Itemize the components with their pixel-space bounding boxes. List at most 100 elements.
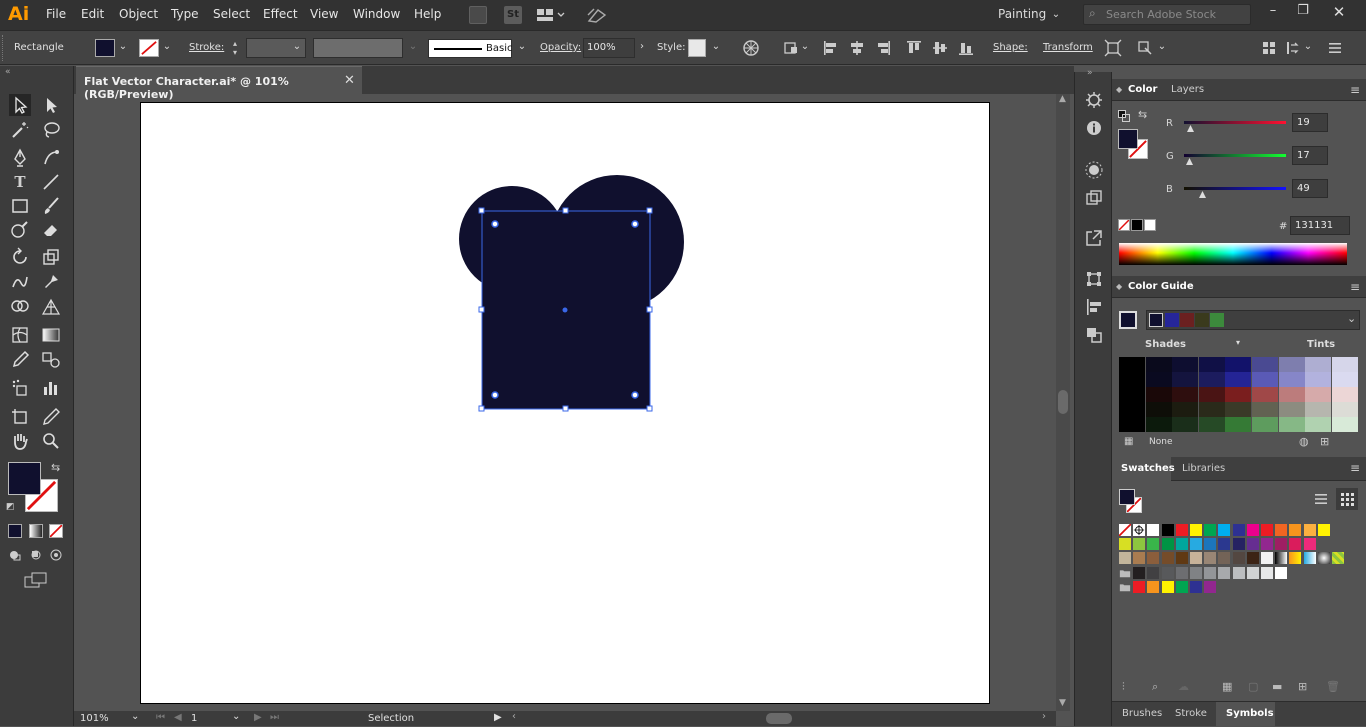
pen-tool-icon[interactable] [9,147,31,169]
fill-swatch[interactable] [95,39,115,57]
color-variation-cell[interactable] [1305,402,1332,417]
swatch[interactable] [1160,565,1175,580]
swatch[interactable] [1245,537,1260,552]
swatch-options-icon[interactable]: ▦ [1222,680,1232,693]
show-swatch-kinds-icon[interactable]: ⌕ [1152,680,1158,694]
color-variation-cell[interactable] [1331,357,1358,372]
align-right-icon[interactable] [874,39,892,57]
swatch[interactable] [1231,551,1246,566]
direct-selection-tool-icon[interactable] [40,94,62,116]
swatch[interactable] [1302,551,1317,566]
scroll-thumb[interactable] [1058,390,1068,414]
paintbrush-tool-icon[interactable] [40,195,62,217]
variable-width-profile[interactable] [313,38,403,58]
hand-tool-icon[interactable] [9,430,31,452]
line-segment-tool-icon[interactable] [40,171,62,193]
harmony-rules-dropdown[interactable]: ⌄ [1146,310,1360,330]
color-variation-cell[interactable] [1172,417,1199,432]
collapse-icon[interactable]: « [5,67,11,77]
shape-label[interactable]: Shape: [993,42,1028,53]
panel-menu-icon[interactable]: ≡ [1350,461,1360,475]
green-slider-thumb[interactable] [1186,158,1193,165]
blue-value-input[interactable]: 49 [1292,179,1328,198]
swatch-libraries-icon[interactable]: ⫶ [1122,680,1125,694]
color-variation-cell[interactable] [1278,387,1305,402]
color-variation-cell[interactable] [1145,372,1172,387]
swatch[interactable] [1316,523,1331,537]
tab-stroke[interactable]: Stroke [1175,708,1207,719]
chevron-down-icon[interactable]: ⌄ [517,40,527,54]
color-variation-cell[interactable] [1305,357,1332,372]
color-mode-icon[interactable] [8,524,22,538]
draw-normal-icon[interactable] [8,548,22,562]
swatch[interactable] [1231,523,1246,537]
color-variation-cell[interactable] [1225,417,1252,432]
isolate-group-icon[interactable] [1104,39,1122,57]
swatch[interactable] [1274,523,1289,537]
new-swatch-icon[interactable]: ⊞ [1298,680,1307,693]
swatch[interactable] [1189,523,1203,537]
transform-label[interactable]: Transform [1043,42,1093,53]
panel-menu-icon[interactable]: ≡ [1350,280,1360,294]
red-value-input[interactable]: 19 [1292,113,1328,132]
color-variation-cell[interactable] [1252,357,1278,372]
swatch[interactable] [1160,579,1175,594]
shaper-tool-icon[interactable] [9,219,31,241]
selection-tool-icon[interactable] [9,94,31,116]
swatch[interactable] [1231,537,1246,552]
tab-color[interactable]: Color [1128,84,1157,95]
color-variation-cell[interactable] [1119,357,1145,372]
align-top-icon[interactable] [905,39,923,57]
swatch[interactable] [1118,537,1132,552]
folder-icon[interactable]: ▬ [1272,680,1282,693]
perspective-grid-tool-icon[interactable] [40,296,62,318]
panel-toggle-icon[interactable]: ◆ [1116,282,1122,291]
rectangle-tool-icon[interactable] [9,195,31,217]
scroll-left-icon[interactable]: ‹ [512,711,516,722]
color-guide-title[interactable]: Color Guide [1128,281,1194,292]
harmony-color-5[interactable] [1210,313,1224,327]
align-to-icon[interactable] [783,39,801,57]
column-graph-tool-icon[interactable] [40,377,62,399]
menu-window[interactable]: Window [353,7,400,21]
color-variation-cell[interactable] [1225,402,1252,417]
tab-layers[interactable]: Layers [1171,84,1204,95]
tab-symbols[interactable]: Symbols [1226,708,1274,719]
arrange-documents-icon[interactable] [536,6,566,24]
swatch[interactable] [1274,551,1289,566]
stroke-swatch[interactable] [139,39,159,57]
menu-view[interactable]: View [310,7,338,21]
scroll-up-icon[interactable]: ▲ [1059,94,1066,104]
swatch[interactable] [1245,523,1260,537]
color-variation-cell[interactable] [1331,387,1358,402]
swatch[interactable] [1189,551,1203,566]
lasso-tool-icon[interactable] [40,119,62,141]
maximize-button[interactable]: ❐ [1292,3,1314,23]
swatch[interactable] [1174,565,1189,580]
draw-inside-icon[interactable] [49,548,63,562]
edit-colors-icon[interactable]: ◍ [1299,435,1309,448]
transform-panel-icon[interactable] [1084,269,1104,289]
swatch[interactable] [1174,551,1189,566]
swatch[interactable] [1217,523,1232,537]
swatch[interactable] [1203,523,1218,537]
align-bottom-icon[interactable] [957,39,975,57]
tab-brushes[interactable]: Brushes [1122,708,1162,719]
swatch[interactable] [1189,537,1203,552]
harmony-color-4[interactable] [1195,313,1209,327]
list-view-icon[interactable] [1312,490,1330,508]
chevron-down-icon[interactable]: ⌄ [118,40,128,54]
chevron-down-icon[interactable]: ⌄ [131,711,139,722]
zoom-level[interactable]: 101% [80,713,109,724]
color-variation-cell[interactable] [1119,402,1145,417]
swatch[interactable] [1245,565,1260,580]
first-artboard-icon[interactable]: ⏮ [156,712,165,723]
swatch[interactable] [1288,523,1303,537]
transform-again-icon[interactable] [1284,39,1302,57]
color-variation-cell[interactable] [1198,357,1225,372]
color-variations-grid[interactable] [1119,357,1359,432]
opacity-label[interactable]: Opacity: [540,42,581,53]
color-variation-cell[interactable] [1225,387,1252,402]
none-swatch[interactable] [1118,219,1130,231]
swatch[interactable] [1217,565,1232,580]
